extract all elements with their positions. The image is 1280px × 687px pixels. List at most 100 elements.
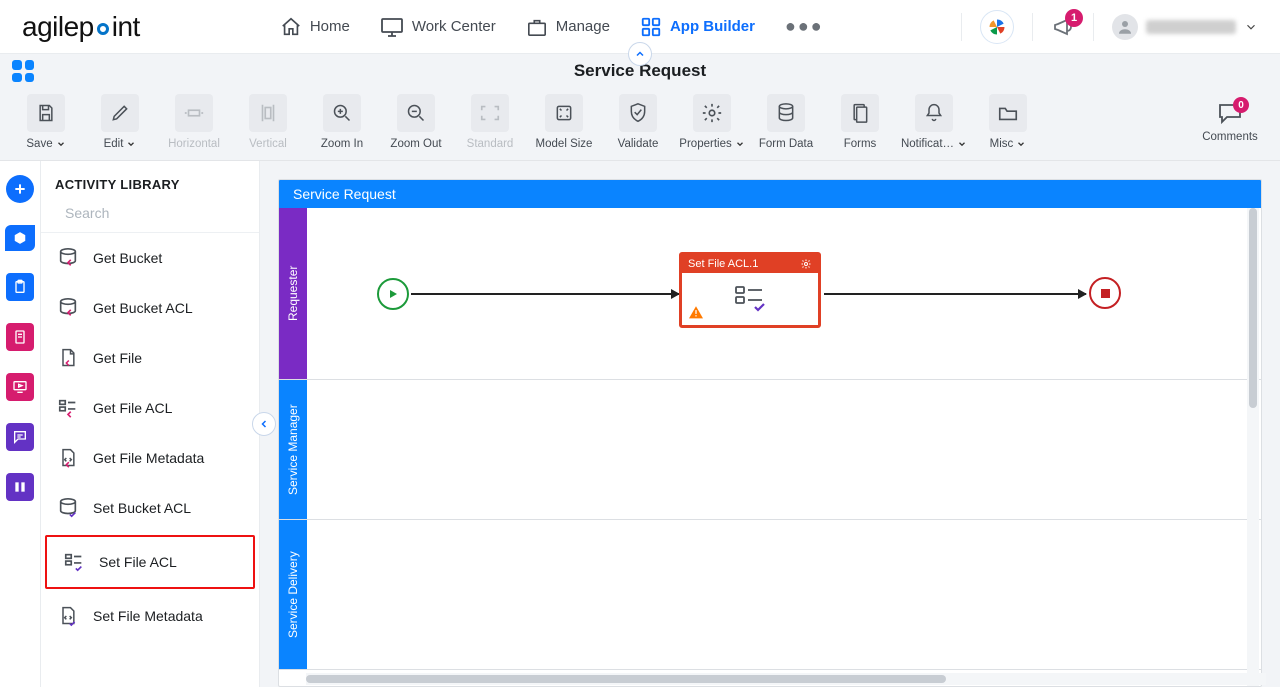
brand-left: agilep [22,11,94,43]
start-node[interactable] [377,278,409,310]
vstrip-columns-button[interactable] [6,473,34,501]
activity-search[interactable] [41,204,259,233]
swimlane-service-manager: Service Manager [279,380,1261,520]
launcher-button[interactable] [980,10,1014,44]
edit-button[interactable]: Edit [88,94,152,150]
title-bar: Service Request [0,54,1280,88]
nav-more[interactable]: ●●● [785,16,824,37]
vstrip-add-button[interactable] [6,175,34,203]
fit-screen-icon [479,103,501,123]
misc-button[interactable]: Misc [976,94,1040,150]
form-data-label: Form Data [759,138,813,150]
warning-icon [688,305,704,319]
notifications-button[interactable]: 1 [1051,15,1075,39]
user-name-redacted [1146,20,1236,34]
misc-label: Misc [990,138,1014,150]
vstrip-clipboard-button[interactable] [6,273,34,301]
briefcase-icon [526,17,548,37]
nav-work-center[interactable]: Work Center [380,17,496,37]
document-icon [12,329,28,345]
lane-label-service-manager: Service Manager [279,380,307,519]
validate-button[interactable]: Validate [606,94,670,150]
comments-button[interactable]: 0 Comments [1194,94,1266,150]
activity-item-label: Get File ACL [93,400,172,416]
model-size-button[interactable]: Model Size [532,94,596,150]
nav-separator [1032,13,1033,41]
forms-icon [850,102,870,124]
main-nav: Home Work Center Manage App Builder ●●● [280,16,824,38]
zoom-out-icon [406,103,426,123]
activity-library-title: ACTIVITY LIBRARY [41,161,259,204]
comments-label: Comments [1202,131,1258,143]
chevron-up-icon [634,48,646,60]
process-canvas[interactable]: Service Request Requester Set File ACL.1 [278,179,1262,687]
activity-item-get-bucket[interactable]: Get Bucket [41,233,259,283]
activity-item-get-file-acl[interactable]: Get File ACL [41,383,259,433]
vstrip-doc-button[interactable] [6,323,34,351]
forms-button[interactable]: Forms [828,94,892,150]
database-icon [776,102,796,124]
folder-icon [997,103,1019,123]
brand-right: int [112,11,140,43]
activity-node-title: Set File ACL.1 [688,258,758,270]
bucket-check-icon [55,495,81,521]
edit-label: Edit [104,138,124,150]
monitor-play-icon [12,379,28,395]
properties-button[interactable]: Properties [680,94,744,150]
activity-item-label: Get File Metadata [93,450,204,466]
horizontal-label: Horizontal [168,138,220,150]
vstrip-chat-button[interactable] [6,423,34,451]
zoom-standard-button[interactable]: Standard [458,94,522,150]
home-icon [280,16,302,38]
bucket-acl-icon [55,295,81,321]
activity-node-set-file-acl[interactable]: Set File ACL.1 [679,252,821,328]
activity-item-label: Set Bucket ACL [93,500,191,516]
list-check-icon [55,395,81,421]
gear-icon[interactable] [800,258,812,270]
zoom-in-button[interactable]: Zoom In [310,94,374,150]
activity-item-set-file-metadata[interactable]: Set File Metadata [41,591,259,641]
notifications-ribbon-button[interactable]: Notificat… [902,94,966,150]
save-button[interactable]: Save [14,94,78,150]
user-menu[interactable] [1112,14,1258,40]
file-icon [55,345,81,371]
activity-item-label: Get File [93,350,142,366]
monitor-icon [380,17,404,37]
chevron-down-icon [1244,20,1258,34]
clipboard-icon [12,279,28,295]
activity-search-input[interactable] [63,204,248,222]
canvas-vertical-scrollbar[interactable] [1247,208,1259,686]
align-horizontal-button[interactable]: Horizontal [162,94,226,150]
activity-item-label: Get Bucket [93,250,162,266]
lane-label-requester: Requester [279,208,307,379]
collapse-header-button[interactable] [628,42,652,66]
activity-item-set-bucket-acl[interactable]: Set Bucket ACL [41,483,259,533]
canvas-title: Service Request [279,180,1261,208]
pencil-icon [110,103,130,123]
activity-item-get-file-metadata[interactable]: Get File Metadata [41,433,259,483]
activity-item-set-file-acl[interactable]: Set File ACL [45,535,255,589]
align-vertical-icon [258,102,278,124]
align-vertical-button[interactable]: Vertical [236,94,300,150]
vstrip-hex-button[interactable] [5,225,35,251]
swimlane-requester: Requester Set File ACL.1 [279,208,1261,380]
chevron-down-icon [735,139,745,149]
end-node[interactable] [1089,277,1121,309]
activity-item-get-file[interactable]: Get File [41,333,259,383]
form-data-button[interactable]: Form Data [754,94,818,150]
nav-home[interactable]: Home [280,16,350,38]
nav-app-builder[interactable]: App Builder [640,16,755,38]
vstrip-monitor-button[interactable] [6,373,34,401]
activity-library-panel: ACTIVITY LIBRARY Get Bucket Get Bucket A… [40,161,260,687]
list-check-icon [61,549,87,575]
collapse-panel-button[interactable] [252,412,276,436]
zoom-out-label: Zoom Out [390,138,441,150]
activity-item-get-bucket-acl[interactable]: Get Bucket ACL [41,283,259,333]
zoom-out-button[interactable]: Zoom Out [384,94,448,150]
canvas-horizontal-scrollbar[interactable] [306,673,1266,685]
nav-work-center-label: Work Center [412,18,496,35]
canvas-container: Service Request Requester Set File ACL.1 [260,161,1280,687]
apps-grid-button[interactable] [12,60,34,82]
save-icon [36,103,56,123]
nav-manage[interactable]: Manage [526,17,610,37]
